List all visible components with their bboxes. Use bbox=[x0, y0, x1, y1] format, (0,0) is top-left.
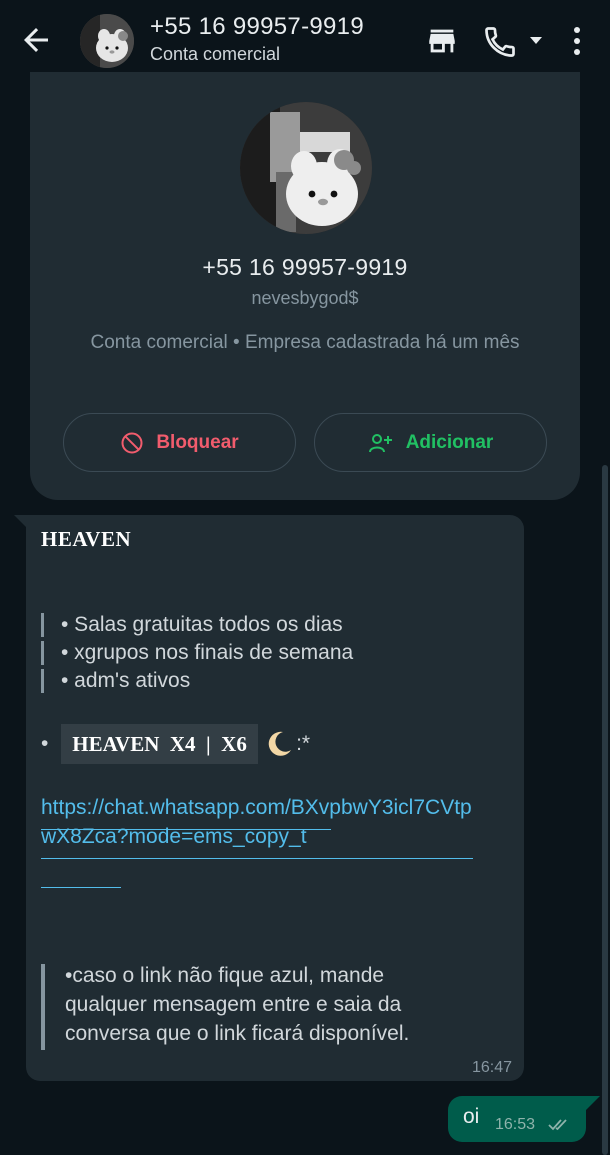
quote-line: • adm's ativos bbox=[41, 667, 353, 695]
caret-down-icon[interactable] bbox=[528, 34, 544, 46]
group-invite-link[interactable]: https://chat.whatsapp.com/BXvpbwY3icl7CV… bbox=[41, 793, 481, 851]
link-underline bbox=[41, 858, 473, 859]
outgoing-message[interactable]: oi 16:53 bbox=[448, 1096, 586, 1142]
business-profile-card: +55 16 99957-9919 nevesbygod$ Conta come… bbox=[30, 72, 580, 500]
message-time: 16:47 bbox=[471, 1059, 512, 1076]
block-label: Bloquear bbox=[156, 431, 239, 453]
add-person-icon bbox=[368, 433, 392, 452]
quote-line: • Salas gratuitas todos os dias bbox=[41, 611, 353, 639]
incoming-message[interactable]: HEAVEN • Salas gratuitas todos os dias •… bbox=[26, 515, 524, 1081]
avatar[interactable] bbox=[80, 14, 134, 68]
note-quote: •caso o link não fique azul, mande qualq… bbox=[41, 961, 465, 1050]
block-button[interactable]: Bloquear bbox=[63, 413, 296, 472]
chat-header: +55 16 99957-9919 Conta comercial bbox=[0, 0, 610, 82]
profile-avatar[interactable] bbox=[240, 102, 372, 234]
contact-subtitle[interactable]: Conta comercial bbox=[150, 44, 280, 65]
message-text: oi bbox=[463, 1105, 480, 1128]
inline-code: HEAVEN X4 | X6 bbox=[61, 724, 259, 764]
quote-list: • Salas gratuitas todos os dias • xgrupo… bbox=[41, 611, 353, 695]
quote-bar bbox=[41, 964, 45, 1050]
bubble-tail bbox=[586, 1096, 600, 1110]
crescent-moon-icon bbox=[264, 729, 294, 759]
bullet: • bbox=[41, 732, 49, 755]
message-time: 16:53 bbox=[495, 1116, 536, 1133]
heaven-groups-line: • HEAVEN X4 | X6 :* bbox=[41, 723, 310, 765]
note-text: •caso o link não fique azul, mande qualq… bbox=[65, 964, 410, 1045]
back-arrow-icon[interactable] bbox=[18, 22, 54, 58]
add-label: Adicionar bbox=[405, 431, 494, 453]
store-icon[interactable] bbox=[425, 24, 459, 58]
block-icon bbox=[121, 432, 143, 453]
double-check-icon bbox=[548, 1118, 572, 1132]
profile-phone: +55 16 99957-9919 bbox=[202, 254, 408, 280]
more-vert-icon[interactable] bbox=[566, 24, 588, 58]
quote-line: • xgrupos nos finais de semana bbox=[41, 639, 353, 667]
add-contact-button[interactable]: Adicionar bbox=[314, 413, 547, 472]
link-underline bbox=[41, 829, 331, 830]
contact-name[interactable]: +55 16 99957-9919 bbox=[150, 13, 364, 41]
scrollbar[interactable] bbox=[602, 465, 608, 1155]
profile-username: nevesbygod$ bbox=[251, 288, 359, 308]
profile-description: Conta comercial • Empresa cadastrada há … bbox=[90, 332, 520, 353]
suffix-text: :* bbox=[296, 732, 311, 755]
phone-icon[interactable] bbox=[482, 24, 518, 60]
link-underline bbox=[41, 887, 121, 888]
message-title: HEAVEN bbox=[41, 527, 132, 551]
